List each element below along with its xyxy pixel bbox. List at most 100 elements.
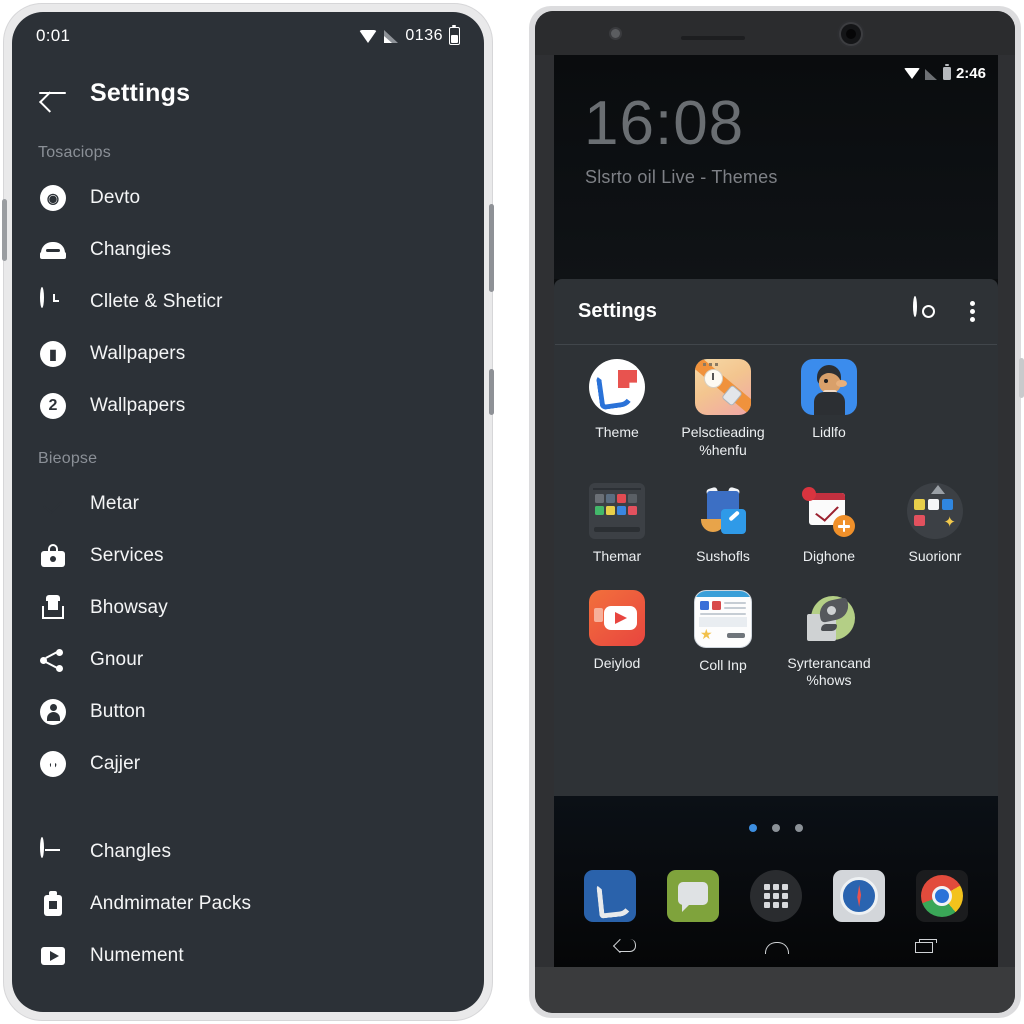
phone-dock-icon[interactable] xyxy=(583,870,636,922)
menu-label: Changles xyxy=(90,841,172,862)
right-phone-bottom-bezel xyxy=(535,967,1015,1013)
lock-screen-area: 2:46 16:08 Slsrto oil Live - Themes xyxy=(554,55,998,279)
menu-label: Bhowsay xyxy=(90,597,168,618)
menu-label: Wallpapers xyxy=(90,343,186,364)
menu-label: Services xyxy=(90,545,164,566)
section-header-2: Bieopse xyxy=(38,450,98,467)
sidebar-item-changles[interactable]: Changles xyxy=(12,826,484,878)
app-drawer-icon[interactable] xyxy=(749,870,802,922)
pin-circle-icon: ● xyxy=(40,751,66,777)
left-app-bar: Settings xyxy=(12,60,484,126)
app-lidlfo[interactable]: Lidlfo xyxy=(776,359,882,459)
settings-menu-list[interactable]: Tosaciops ◉ Devto Changies Cllete & Shet… xyxy=(12,126,484,1012)
person-avatar-icon xyxy=(801,359,857,415)
settings-panel-bar: Settings xyxy=(554,279,998,344)
calendar-add-icon xyxy=(801,483,857,539)
app-syrterancand[interactable]: Syrterancand %hows xyxy=(776,590,882,690)
right-status-time: 2:46 xyxy=(955,65,986,82)
nav-back-icon[interactable] xyxy=(613,936,643,956)
settings-panel-title: Settings xyxy=(578,300,657,322)
app-label: Lidlfo xyxy=(812,424,846,440)
right-phone-top-bezel xyxy=(535,11,1015,55)
app-sushofls[interactable]: Sushofls xyxy=(670,483,776,566)
share-nodes-icon xyxy=(40,647,66,673)
watch-clock-icon xyxy=(695,359,751,415)
app-label: Pelsctieading %henfu xyxy=(681,424,765,458)
badge-icon xyxy=(40,891,66,917)
back-arrow-icon[interactable] xyxy=(38,81,68,105)
earpiece-speaker xyxy=(681,36,745,40)
settings-panel: Settings Theme Pelsctieading %henfu Lidl… xyxy=(554,279,998,796)
right-phone-power-button[interactable] xyxy=(1019,358,1024,398)
number-two-icon: 2 xyxy=(40,393,66,419)
app-grid-row-3: Deiylod ★ Coll Inp Syrterancand %hows xyxy=(564,589,988,690)
minus-circle-icon xyxy=(40,837,66,865)
left-phone-volume-button[interactable] xyxy=(489,204,494,292)
left-phone-frame: 0:01 0136 Settings Tosaciops ◉ Devto Cha… xyxy=(2,4,494,1020)
app-label: Suorionr xyxy=(908,548,962,564)
home-screen-area xyxy=(554,796,998,969)
right-phone-body: 2:46 16:08 Slsrto oil Live - Themes Sett… xyxy=(535,11,1015,1013)
sidebar-item-services[interactable]: Services xyxy=(12,530,484,582)
app-suorionr[interactable]: ✦ Suorionr xyxy=(882,483,988,566)
sidebar-item-bhowsay[interactable]: Bhowsay xyxy=(12,582,484,634)
menu-label: Numement xyxy=(90,945,184,966)
right-status-bar: 2:46 xyxy=(903,64,986,82)
menu-label: Gnour xyxy=(90,649,144,670)
safari-dock-icon[interactable] xyxy=(833,870,886,922)
app-grid: Theme Pelsctieading %henfu Lidlfo Themar… xyxy=(554,345,998,690)
app-deiylod[interactable]: Deiylod xyxy=(564,589,670,690)
sidebar-item-wallpapers-1[interactable]: ▮ Wallpapers xyxy=(12,328,484,380)
left-phone-power-button[interactable] xyxy=(489,369,494,415)
video-play-icon xyxy=(589,589,645,646)
app-themar[interactable]: Themar xyxy=(564,483,670,566)
navigation-bar xyxy=(554,929,998,963)
sidebar-item-andmimater-packs[interactable]: Andmimater Packs xyxy=(12,878,484,930)
app-pelsctieading[interactable]: Pelsctieading %henfu xyxy=(670,359,776,459)
sidebar-item-changies[interactable]: Changies xyxy=(12,224,484,276)
nav-recents-icon[interactable] xyxy=(909,936,939,956)
mail-icon xyxy=(40,491,66,517)
page-dot-3[interactable] xyxy=(795,824,803,832)
play-square-icon xyxy=(40,943,66,969)
app-coll-inp[interactable]: ★ Coll Inp xyxy=(670,589,776,690)
app-label: Coll Inp xyxy=(699,656,747,673)
app-empty-slot xyxy=(882,359,988,459)
sidebar-item-numement[interactable]: Numement xyxy=(12,930,484,982)
left-status-bar: 0:01 0136 xyxy=(12,12,484,60)
sidebar-item-cllete-sheticr[interactable]: Cllete & Sheticr xyxy=(12,276,484,328)
sidebar-item-button[interactable]: Button xyxy=(12,686,484,738)
app-label: Deiylod xyxy=(593,654,641,671)
app-theme[interactable]: Theme xyxy=(564,359,670,459)
sidebar-item-wallpapers-2[interactable]: 2 Wallpapers xyxy=(12,380,484,432)
nav-home-icon[interactable] xyxy=(761,936,791,956)
section-header-1: Tosaciops xyxy=(38,144,111,161)
menu-label: Metar xyxy=(90,493,140,514)
gift-box-icon xyxy=(40,595,66,621)
lock-subtitle: Slsrto oil Live - Themes xyxy=(585,167,778,187)
sidebar-item-gnour[interactable]: Gnour xyxy=(12,634,484,686)
page-indicator xyxy=(554,824,998,832)
page-dot-2[interactable] xyxy=(772,824,780,832)
messages-dock-icon[interactable] xyxy=(666,870,719,922)
front-sensor-icon xyxy=(611,29,620,38)
sidebar-item-cajjer[interactable]: ● Cajjer xyxy=(12,738,484,790)
right-phone-screen: 2:46 16:08 Slsrto oil Live - Themes Sett… xyxy=(554,55,998,969)
chat-circle-icon: ▮ xyxy=(40,341,66,367)
app-dighone[interactable]: Dighone xyxy=(776,483,882,566)
clock-icon xyxy=(40,287,66,315)
battery-icon xyxy=(449,24,460,45)
color-picker-icon: ✦ xyxy=(907,483,963,539)
page-dot-1[interactable] xyxy=(749,824,757,832)
right-phone-frame: 2:46 16:08 Slsrto oil Live - Themes Sett… xyxy=(529,6,1024,1018)
kebab-menu-icon[interactable] xyxy=(970,298,976,325)
menu-label: Wallpapers xyxy=(90,395,186,416)
palette-swatch-icon xyxy=(589,483,645,539)
chrome-dock-icon[interactable] xyxy=(916,870,969,922)
left-phone-side-button[interactable] xyxy=(2,199,7,261)
flower-gear-icon[interactable] xyxy=(913,296,940,325)
sidebar-item-metar[interactable]: Metar xyxy=(12,478,484,530)
sidebar-item-devto[interactable]: ◉ Devto xyxy=(12,172,484,224)
wifi-icon xyxy=(359,29,378,43)
bed-icon xyxy=(40,237,66,263)
